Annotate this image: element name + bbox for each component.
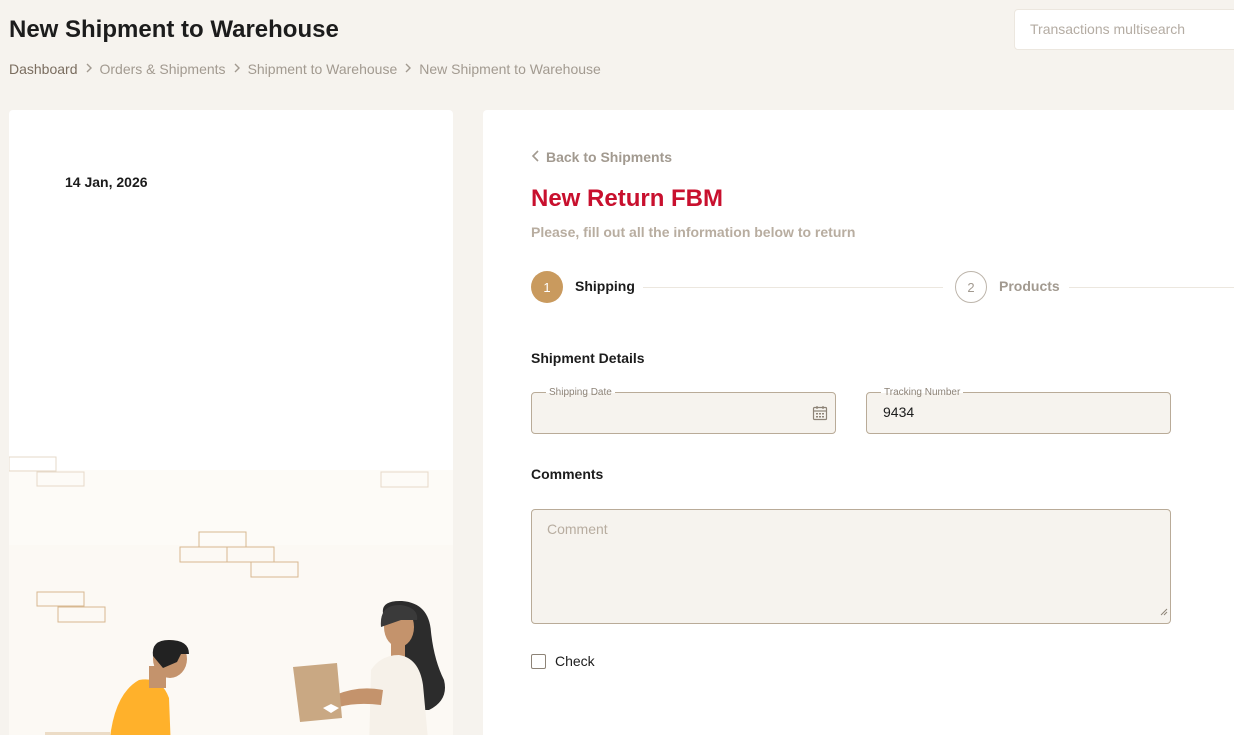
comment-textarea[interactable]: Comment: [531, 509, 1171, 624]
check-label: Check: [555, 653, 595, 669]
step-connector: [643, 287, 943, 288]
step-connector: [1069, 287, 1234, 288]
breadcrumb-item-current: New Shipment to Warehouse: [419, 61, 601, 77]
chevron-right-icon: [85, 62, 93, 76]
breadcrumb-item-shipment-to-warehouse[interactable]: Shipment to Warehouse: [248, 61, 398, 77]
form-title: New Return FBM: [531, 185, 723, 212]
shipping-date-label: Shipping Date: [546, 387, 615, 398]
check-option[interactable]: Check: [531, 653, 595, 669]
tracking-number-field[interactable]: Tracking Number 9434: [866, 387, 1171, 434]
shipment-details-heading: Shipment Details: [531, 350, 645, 366]
form-subtitle: Please, fill out all the information bel…: [531, 224, 856, 240]
form-stepper: 1 Shipping 2 Products: [531, 271, 1234, 303]
left-panel: 14 Jan, 2026: [9, 110, 453, 735]
page-title: New Shipment to Warehouse: [9, 16, 339, 43]
chevron-right-icon: [233, 62, 241, 76]
comments-heading: Comments: [531, 466, 604, 482]
chevron-left-icon: [531, 149, 540, 165]
resize-grip-icon[interactable]: [1160, 603, 1168, 621]
tracking-number-label: Tracking Number: [881, 387, 964, 398]
search-placeholder: Transactions multisearch: [1030, 21, 1186, 37]
check-checkbox[interactable]: [531, 653, 546, 669]
step-2-indicator[interactable]: 2: [955, 271, 987, 303]
back-link-label: Back to Shipments: [546, 149, 673, 165]
transactions-search-input[interactable]: Transactions multisearch: [1014, 9, 1234, 50]
shipping-date-field[interactable]: Shipping Date: [531, 387, 836, 434]
breadcrumb: Dashboard Orders & Shipments Shipment to…: [9, 61, 601, 77]
tracking-number-value: 9434: [883, 404, 915, 420]
breadcrumb-item-orders-shipments[interactable]: Orders & Shipments: [100, 61, 226, 77]
return-form-panel: Back to Shipments New Return FBM Please,…: [483, 110, 1234, 735]
step-1-indicator[interactable]: 1: [531, 271, 563, 303]
breadcrumb-item-dashboard[interactable]: Dashboard: [9, 61, 78, 77]
step-1-label[interactable]: Shipping: [575, 278, 635, 294]
back-to-shipments-link[interactable]: Back to Shipments: [531, 149, 672, 165]
comment-placeholder: Comment: [547, 521, 608, 537]
step-2-label[interactable]: Products: [999, 278, 1060, 294]
warehouse-handover-illustration: [9, 456, 453, 735]
chevron-right-icon: [404, 62, 412, 76]
calendar-icon[interactable]: [812, 405, 828, 426]
